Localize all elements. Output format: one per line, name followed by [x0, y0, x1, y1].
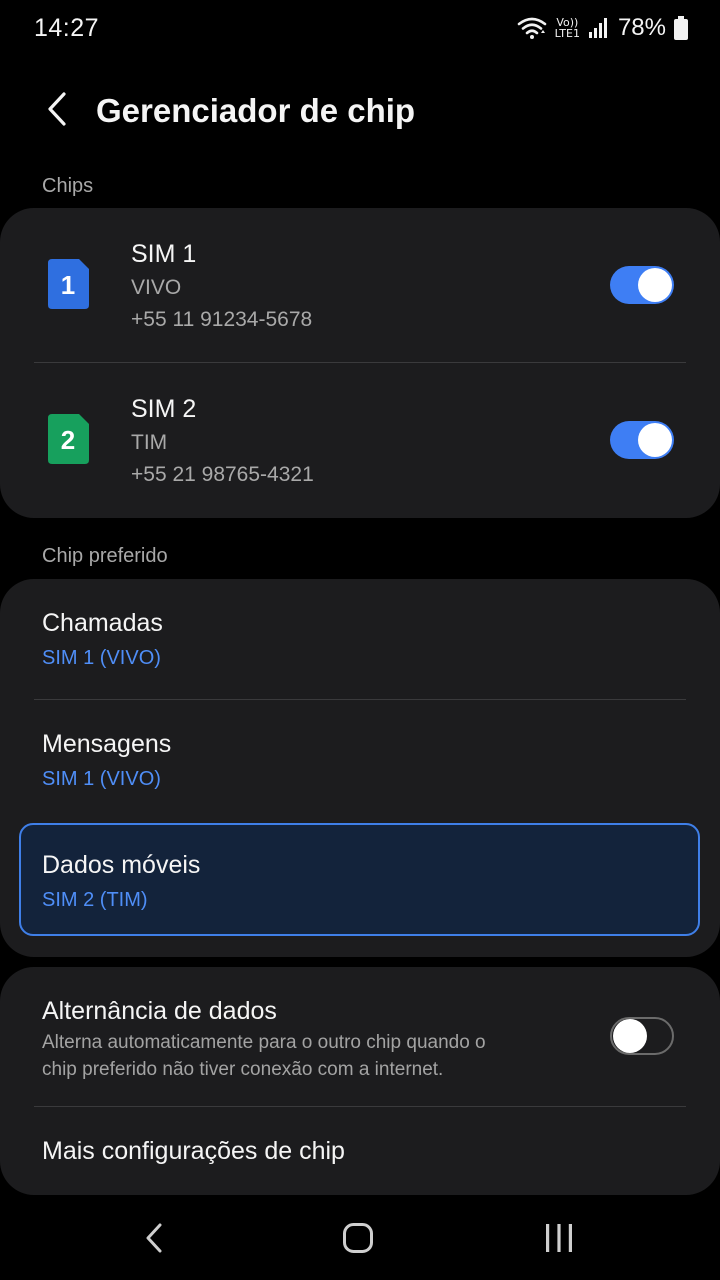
data-switch-card: Alternância de dados Alterna automaticam… [0, 967, 720, 1195]
recents-icon [543, 1223, 575, 1258]
sim2-row[interactable]: 2 SIM 2 TIM +55 21 98765-4321 [0, 363, 720, 518]
pref-calls-title: Chamadas [42, 609, 163, 637]
pref-messages-value: SIM 1 (VIVO) [42, 768, 161, 790]
toggle-knob [638, 268, 672, 302]
sim1-row[interactable]: 1 SIM 1 VIVO +55 11 91234-5678 [0, 208, 720, 363]
pref-messages-title: Mensagens [42, 730, 172, 758]
home-icon [342, 1222, 374, 1259]
sim1-toggle[interactable] [610, 266, 674, 304]
status-bar: 14:27 Vo)) LTE1 78% [0, 0, 720, 56]
nav-recents-button[interactable] [529, 1218, 589, 1262]
page-title: Gerenciador de chip [96, 92, 416, 129]
back-arrow-icon [46, 91, 68, 132]
chips-card: 1 SIM 1 VIVO +55 11 91234-5678 2 SIM 2 T… [0, 208, 720, 518]
data-switch-title: Alternância de dados [42, 997, 277, 1025]
status-icons: Vo)) LTE1 78% [517, 14, 688, 42]
sim1-name: SIM 1 [131, 240, 197, 268]
preferred-section-label: Chip preferido [42, 545, 168, 567]
sim1-icon: 1 [48, 259, 89, 309]
sim2-toggle[interactable] [610, 421, 674, 459]
battery-icon [674, 16, 688, 40]
pref-calls-value: SIM 1 (VIVO) [42, 647, 161, 669]
sim2-icon: 2 [48, 414, 89, 464]
sim2-number: +55 21 98765-4321 [131, 463, 314, 486]
data-switch-row[interactable]: Alternância de dados Alterna automaticam… [0, 967, 720, 1106]
toggle-knob [613, 1019, 647, 1053]
sim1-text: SIM 1 VIVO +55 11 91234-5678 [131, 239, 312, 335]
pref-mobile-data-title: Dados móveis [42, 851, 201, 879]
volte-lte-icon: Vo)) LTE1 [555, 17, 580, 39]
sim2-name: SIM 2 [131, 395, 197, 423]
more-settings-row[interactable]: Mais configurações de chip [0, 1107, 720, 1195]
back-button[interactable] [22, 76, 92, 146]
preferred-card: Chamadas SIM 1 (VIVO) Mensagens SIM 1 (V… [0, 579, 720, 957]
sim1-number: +55 11 91234-5678 [131, 308, 313, 331]
back-nav-icon [144, 1222, 164, 1259]
sim2-badge-number: 2 [61, 425, 75, 455]
pref-mobile-data-value: SIM 2 (TIM) [42, 889, 148, 911]
nav-home-button[interactable] [328, 1218, 388, 1262]
battery-percent: 78% [617, 14, 666, 41]
pref-mobile-data-row[interactable]: Dados móveis SIM 2 (TIM) [19, 823, 700, 936]
nav-back-button[interactable] [124, 1218, 184, 1262]
data-switch-description: Alterna automaticamente para o outro chi… [42, 1032, 486, 1080]
nav-bar [0, 1200, 720, 1280]
lte-label: LTE1 [554, 27, 580, 40]
chips-section-label: Chips [42, 175, 94, 197]
toggle-knob [638, 423, 672, 457]
sim2-text: SIM 2 TIM +55 21 98765-4321 [131, 394, 314, 490]
pref-calls-row[interactable]: Chamadas SIM 1 (VIVO) [0, 579, 720, 699]
sim2-carrier: TIM [131, 431, 168, 454]
sim1-carrier: VIVO [131, 276, 182, 299]
pref-messages-row[interactable]: Mensagens SIM 1 (VIVO) [0, 700, 720, 820]
sim1-badge-number: 1 [61, 270, 75, 300]
data-switch-toggle[interactable] [610, 1017, 674, 1055]
more-settings-label: Mais configurações de chip [42, 1137, 345, 1165]
signal-icon [588, 17, 610, 39]
wifi-icon [517, 16, 547, 40]
status-time: 14:27 [34, 13, 100, 42]
header: Gerenciador de chip [0, 76, 720, 146]
